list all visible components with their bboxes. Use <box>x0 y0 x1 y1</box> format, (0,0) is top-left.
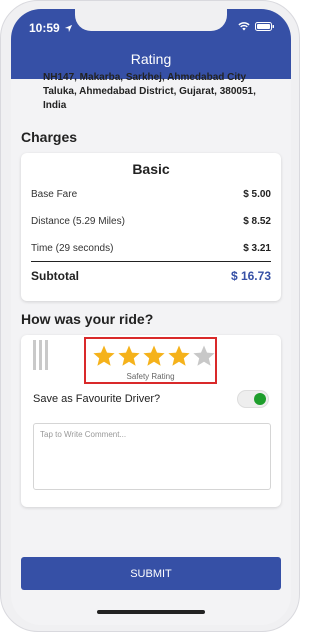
star-filled-icon[interactable] <box>142 344 166 368</box>
safety-rating-box: Safety Rating <box>84 337 217 384</box>
fare-type-title: Basic <box>132 161 170 177</box>
main-content: NH147, Makarba, Sarkhej, Ahmedabad City … <box>11 72 291 625</box>
fare-label: Distance (5.29 Miles) <box>31 216 125 227</box>
status-time-text: 10:59 <box>29 21 60 35</box>
status-bar-time: 10:59 <box>29 21 73 35</box>
subtotal-label: Subtotal <box>31 269 79 283</box>
star-filled-icon[interactable] <box>117 344 141 368</box>
star-filled-icon[interactable] <box>167 344 191 368</box>
pickup-address: NH147, Makarba, Sarkhej, Ahmedabad City … <box>43 72 256 111</box>
screen: 10:59 Rating NH147, Makarba, Sarkhej, Ah… <box>11 9 291 625</box>
favourite-driver-toggle[interactable] <box>237 390 269 408</box>
ride-feedback-heading: How was your ride? <box>21 311 154 327</box>
rating-card: Safety Rating Save as Favourite Driver? <box>21 335 281 507</box>
star-empty-icon[interactable] <box>192 344 216 368</box>
status-bar-icons <box>238 22 275 31</box>
fare-value: $ 3.21 <box>243 243 271 254</box>
rating-label: Safety Rating <box>126 372 175 381</box>
star-rating[interactable] <box>92 344 216 368</box>
app-header: 10:59 Rating <box>11 9 291 79</box>
page-title: Rating <box>130 51 172 67</box>
home-indicator <box>97 610 205 614</box>
fare-value: $ 8.52 <box>243 216 271 227</box>
fare-label: Time (29 seconds) <box>31 243 114 254</box>
location-arrow-icon <box>64 24 72 32</box>
charges-card: Basic Base Fare $ 5.00 Distance (5.29 Mi… <box>21 153 281 301</box>
comment-input[interactable] <box>33 423 271 490</box>
subtotal-divider <box>31 261 271 262</box>
favourite-driver-label: Save as Favourite Driver? <box>33 393 161 405</box>
subtotal-value: $ 16.73 <box>230 269 271 283</box>
star-filled-icon[interactable] <box>92 344 116 368</box>
fare-label: Base Fare <box>31 189 78 200</box>
wifi-icon <box>238 22 250 31</box>
driver-avatar-placeholder <box>33 340 48 370</box>
toggle-knob <box>254 393 266 405</box>
submit-button[interactable]: SUBMIT <box>21 557 281 590</box>
battery-icon <box>255 22 274 31</box>
phone-frame: 10:59 Rating NH147, Makarba, Sarkhej, Ah… <box>0 0 300 632</box>
fare-value: $ 5.00 <box>243 189 271 200</box>
charges-heading: Charges <box>21 129 78 145</box>
notch <box>75 9 227 31</box>
